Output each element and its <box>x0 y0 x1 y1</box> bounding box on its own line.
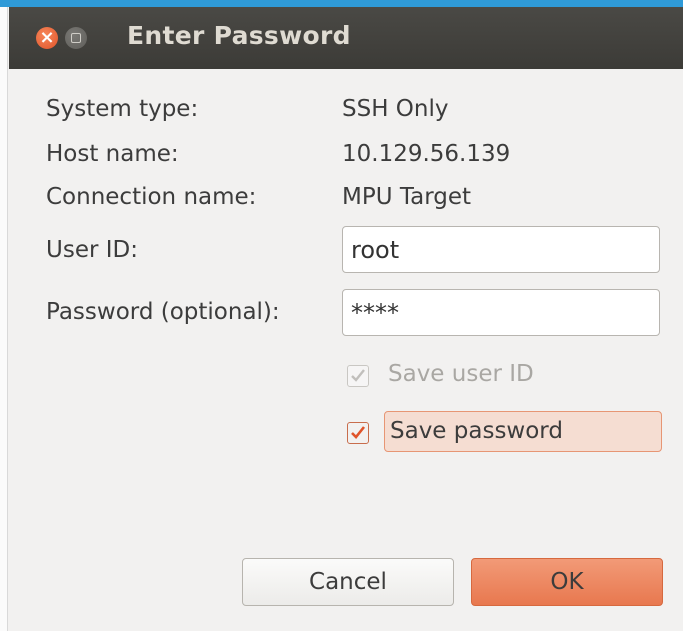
user-id-label: User ID: <box>46 237 138 263</box>
system-type-label: System type: <box>46 96 199 122</box>
background-window-edge <box>0 7 8 631</box>
user-id-input[interactable] <box>343 227 659 272</box>
connection-name-label: Connection name: <box>46 184 257 210</box>
user-id-field[interactable] <box>342 226 660 273</box>
checkmark-icon <box>351 426 366 439</box>
save-user-id-label: Save user ID <box>388 361 534 387</box>
save-password-checkbox[interactable] <box>347 422 369 444</box>
window-top-accent <box>0 0 683 7</box>
host-name-label: Host name: <box>46 141 179 167</box>
title-bar: Enter Password <box>9 7 683 69</box>
password-label: Password (optional): <box>46 299 280 325</box>
minimize-icon[interactable] <box>65 27 87 49</box>
cancel-button[interactable]: Cancel <box>242 558 454 606</box>
password-field[interactable] <box>342 289 660 336</box>
dialog-body: System type: SSH Only Host name: 10.129.… <box>9 69 683 631</box>
password-input[interactable] <box>343 290 659 335</box>
host-name-value: 10.129.56.139 <box>342 141 511 167</box>
save-user-id-checkbox[interactable] <box>347 365 369 387</box>
close-icon[interactable] <box>36 27 58 49</box>
checkmark-icon <box>351 369 365 382</box>
connection-name-value: MPU Target <box>342 184 472 210</box>
dialog-title: Enter Password <box>127 21 351 50</box>
save-password-label[interactable]: Save password <box>390 418 563 444</box>
ok-button[interactable]: OK <box>471 558 663 606</box>
system-type-value: SSH Only <box>342 96 449 122</box>
